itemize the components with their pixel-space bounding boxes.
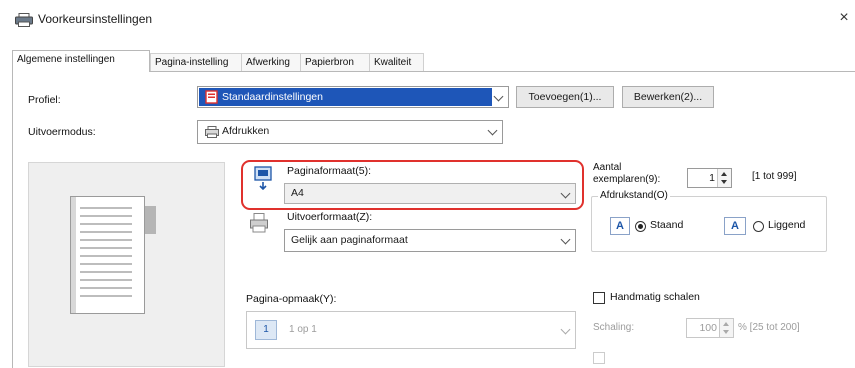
- scaling-range: % [25 tot 200]: [738, 322, 800, 333]
- portrait-radio[interactable]: [635, 221, 646, 232]
- chevron-down-icon: [560, 324, 571, 335]
- profile-value: Standaardinstellingen: [222, 91, 323, 103]
- preview-text-lines: [80, 207, 132, 297]
- output-mode-select[interactable]: Afdrukken: [197, 120, 503, 144]
- tab-page-setup[interactable]: Pagina-instelling: [150, 53, 245, 72]
- profile-label: Profiel:: [28, 94, 61, 106]
- output-size-select[interactable]: Gelijk aan paginaformaat: [284, 229, 576, 252]
- copies-value: 1: [709, 172, 715, 184]
- output-mode-value: Afdrukken: [222, 125, 270, 137]
- printer-icon: [205, 126, 219, 138]
- manual-scaling-checkbox[interactable]: [593, 292, 605, 304]
- scaling-value: 100: [699, 322, 717, 334]
- profile-select[interactable]: Standaardinstellingen: [197, 86, 509, 108]
- copies-spinner-arrows[interactable]: [717, 169, 731, 187]
- arrow-down-icon[interactable]: [721, 180, 727, 184]
- arrow-up-icon[interactable]: [721, 172, 727, 176]
- landscape-orientation-icon: A: [724, 217, 746, 235]
- copies-range: [1 tot 999]: [752, 171, 797, 182]
- chevron-down-icon: [493, 91, 504, 102]
- tab-finishing[interactable]: Afwerking: [241, 53, 304, 72]
- copies-label-line1: Aantal: [593, 162, 622, 173]
- scaling-spinner-arrows[interactable]: [719, 319, 733, 337]
- edit-profile-button[interactable]: Bewerken(2)...: [622, 86, 714, 108]
- output-size-icon: [250, 213, 268, 233]
- preview-page-icon: [70, 196, 145, 314]
- printer-icon: [15, 13, 33, 27]
- preferences-dialog: Voorkeursinstellingen × Algemene instell…: [0, 0, 855, 368]
- scaling-label: Schaling:: [593, 322, 635, 333]
- manual-scaling-label[interactable]: Handmatig schalen: [610, 291, 700, 303]
- tab-paper-source[interactable]: Papierbron: [300, 53, 373, 72]
- partial-checkbox[interactable]: [593, 352, 605, 364]
- page-layout-value: 1 op 1: [289, 324, 317, 335]
- copies-spinner[interactable]: 1: [687, 168, 732, 188]
- close-icon[interactable]: ×: [836, 9, 852, 27]
- orientation-group-label: Afdrukstand(O): [598, 190, 670, 201]
- tab-quality[interactable]: Kwaliteit: [369, 53, 424, 72]
- arrow-down-icon[interactable]: [723, 330, 729, 334]
- landscape-radio[interactable]: [753, 221, 764, 232]
- copies-label-line2: exemplaren(9):: [593, 174, 661, 185]
- arrow-up-icon[interactable]: [723, 322, 729, 326]
- output-size-label: Uitvoerformaat(Z):: [287, 211, 373, 223]
- add-profile-button[interactable]: Toevoegen(1)...: [516, 86, 614, 108]
- scaling-spinner[interactable]: 100: [686, 318, 734, 338]
- portrait-label[interactable]: Staand: [650, 219, 683, 231]
- page-layout-icon: 1: [255, 320, 277, 340]
- chevron-down-icon: [560, 234, 571, 245]
- page-size-highlight: [241, 160, 584, 210]
- window-title: Voorkeursinstellingen: [38, 12, 153, 26]
- chevron-down-icon: [487, 125, 498, 136]
- profile-icon: [205, 90, 218, 104]
- page-layout-select[interactable]: 1 1 op 1: [246, 311, 576, 349]
- preview-page-edge: [71, 197, 76, 313]
- output-mode-label: Uitvoermodus:: [28, 126, 96, 138]
- page-layout-label: Pagina-opmaak(Y):: [246, 293, 337, 305]
- tab-general-settings[interactable]: Algemene instellingen: [12, 50, 150, 72]
- portrait-orientation-icon: A: [610, 217, 630, 235]
- landscape-label[interactable]: Liggend: [768, 219, 805, 231]
- preview-shadow: [144, 206, 156, 234]
- output-size-value: Gelijk aan paginaformaat: [291, 234, 408, 246]
- title-bar: Voorkeursinstellingen ×: [0, 0, 855, 38]
